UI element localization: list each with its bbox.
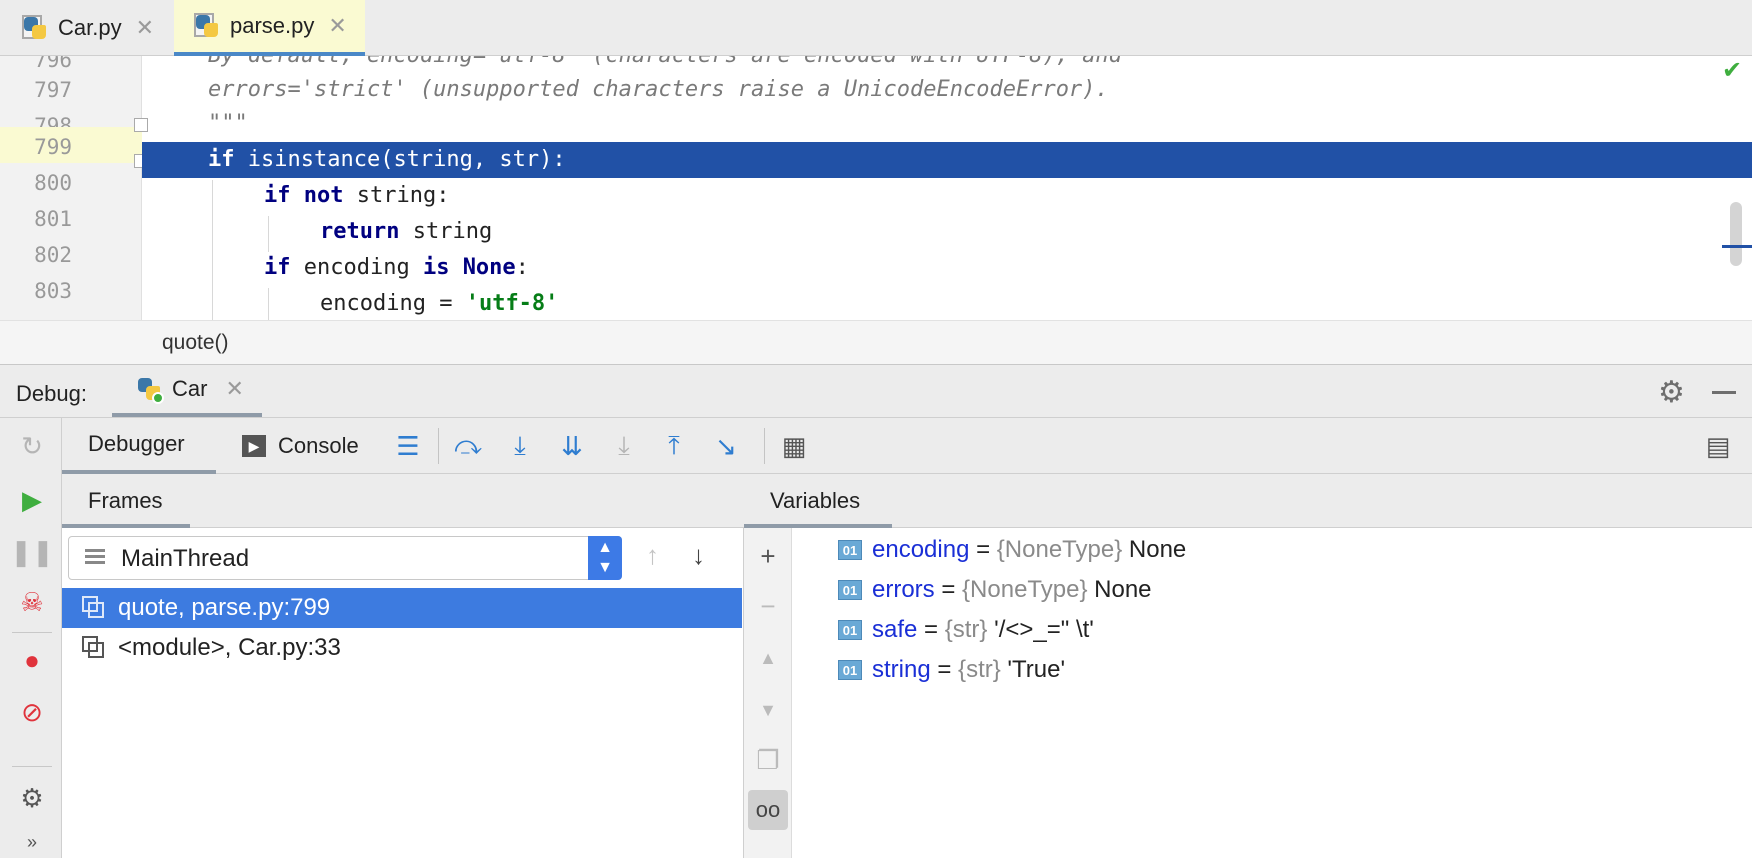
debug-session-tab[interactable]: Car ✕ xyxy=(112,365,262,417)
mute-breakpoints-icon[interactable]: ⊘ xyxy=(12,692,52,732)
code-line-800: if not string: xyxy=(264,183,450,208)
code-line-803: encoding = 'utf-8' xyxy=(320,291,559,316)
variable-row[interactable]: 01 encoding = {NoneType} None xyxy=(838,530,1186,570)
layout-settings-icon[interactable]: ▤ xyxy=(1702,430,1734,462)
breadcrumb-item[interactable]: quote() xyxy=(162,331,229,355)
stop-icon[interactable]: ☠ xyxy=(12,582,52,622)
frames-header: Frames xyxy=(62,474,744,528)
frame-row[interactable]: <module>, Car.py:33 xyxy=(62,628,742,668)
variable-row[interactable]: 01 errors = {NoneType} None xyxy=(838,570,1152,610)
gear-icon[interactable]: ⚙ xyxy=(12,778,52,818)
frames-panel: Frames MainThread ▲ ▼ ↑ ↓ quote, parse.py… xyxy=(62,474,744,858)
frame-row[interactable]: quote, parse.py:799 xyxy=(62,588,742,628)
chevron-updown-icon[interactable]: ▲ ▼ xyxy=(588,536,622,580)
variables-panel: Variables + − ▲ ▼ ❐ oo 01 encoding = {No… xyxy=(744,474,1752,858)
line-number: 801 xyxy=(34,207,72,231)
inspection-ok-icon: ✔ xyxy=(1722,57,1743,84)
line-number: 802 xyxy=(34,243,72,267)
code-line-799-execution-point: if isinstance(string, str): xyxy=(142,142,1752,178)
move-up-icon[interactable]: ▲ xyxy=(748,638,788,678)
code-line-801: return string xyxy=(320,219,493,244)
stack-frame-icon xyxy=(82,636,106,660)
session-label: Car xyxy=(172,376,208,401)
tab-variables[interactable]: Variables xyxy=(744,474,892,528)
code-editor[interactable]: 796 797 798 799 800 801 802 803 By defau… xyxy=(0,56,1752,320)
console-icon: ▶ xyxy=(242,435,266,457)
close-icon[interactable]: ✕ xyxy=(136,15,154,41)
variables-header: Variables xyxy=(744,474,1752,528)
editor-tab-bar: Car.py ✕ parse.py ✕ xyxy=(0,0,1752,56)
tab-console[interactable]: ▶ Console xyxy=(242,418,359,474)
debug-tool-window-header: Debug: Car ✕ ⚙ xyxy=(0,364,1752,418)
glasses-icon[interactable]: oo xyxy=(748,790,788,830)
scroll-marker xyxy=(1722,245,1752,248)
run-to-cursor-icon[interactable]: ↘ xyxy=(710,430,742,462)
line-number: 803 xyxy=(34,279,72,303)
tab-car-py[interactable]: Car.py ✕ xyxy=(22,0,154,56)
python-run-icon xyxy=(136,376,164,404)
copy-icon[interactable]: ❐ xyxy=(748,740,788,780)
primitive-type-icon: 01 xyxy=(838,620,862,640)
code-line-798: """ xyxy=(208,111,248,136)
show-execution-point-icon[interactable]: ☰ xyxy=(392,430,424,462)
rerun-icon[interactable]: ↻ xyxy=(12,426,52,466)
stack-frame-icon xyxy=(82,596,106,620)
tab-label: Car.py xyxy=(58,15,122,40)
force-step-into-icon[interactable]: ⤓ xyxy=(608,430,640,462)
step-into-icon[interactable]: ⤓ xyxy=(504,430,536,462)
view-breakpoints-icon[interactable]: ● xyxy=(12,640,52,680)
python-file-icon xyxy=(194,13,220,39)
minimize-icon[interactable] xyxy=(1712,391,1736,394)
step-over-icon[interactable]: ⤼ xyxy=(452,430,484,462)
primitive-type-icon: 01 xyxy=(838,660,862,680)
thread-icon xyxy=(85,549,105,567)
move-down-icon[interactable]: ▼ xyxy=(748,690,788,730)
debugger-toolbar: Debugger ▶ Console ☰ ⤼ ⤓ ⇊ ⤓ ⤒ ↘ ▦ ▤ xyxy=(62,418,1752,474)
code-line-802: if encoding is None: xyxy=(264,255,529,280)
next-frame-icon[interactable]: ↓ xyxy=(692,540,705,571)
gear-icon[interactable]: ⚙ xyxy=(1658,375,1685,410)
line-number: 800 xyxy=(34,171,72,195)
thread-selector[interactable]: MainThread ▲ ▼ xyxy=(68,536,622,580)
variable-row[interactable]: 01 safe = {str} '/<>_=" \t' xyxy=(838,610,1094,650)
line-number: 797 xyxy=(34,78,72,102)
step-into-my-code-icon[interactable]: ⇊ xyxy=(556,430,588,462)
pause-icon[interactable]: ❚❚ xyxy=(10,532,54,572)
indent-guide xyxy=(268,216,269,252)
python-file-icon xyxy=(22,15,48,41)
code-line-797: errors='strict' (unsupported characters … xyxy=(208,77,1109,102)
step-out-icon[interactable]: ⤒ xyxy=(658,430,690,462)
line-number: 796 xyxy=(34,56,72,72)
debug-label: Debug: xyxy=(16,381,87,406)
remove-watch-icon[interactable]: − xyxy=(748,586,788,626)
tab-frames[interactable]: Frames xyxy=(62,474,190,528)
close-icon[interactable]: ✕ xyxy=(225,376,243,402)
chevron-double-right-icon[interactable]: » xyxy=(12,822,52,858)
primitive-type-icon: 01 xyxy=(838,540,862,560)
indent-guide xyxy=(268,288,269,320)
add-watch-icon[interactable]: + xyxy=(748,536,788,576)
thread-value: MainThread xyxy=(121,545,250,572)
close-icon[interactable]: ✕ xyxy=(328,13,346,39)
previous-frame-icon[interactable]: ↑ xyxy=(646,540,659,571)
evaluate-expression-icon[interactable]: ▦ xyxy=(778,430,810,462)
debug-side-toolbar: ↻ ▶ ❚❚ ☠ ● ⊘ ⚙ » xyxy=(0,418,62,858)
line-number: 799 xyxy=(34,135,72,159)
indent-guide xyxy=(212,180,213,320)
primitive-type-icon: 01 xyxy=(838,580,862,600)
breadcrumb[interactable]: quote() xyxy=(0,320,1752,364)
tab-parse-py[interactable]: parse.py ✕ xyxy=(174,0,365,56)
tab-debugger[interactable]: Debugger xyxy=(62,418,216,474)
variables-toolbar: + − ▲ ▼ ❐ oo xyxy=(744,528,792,858)
resume-icon[interactable]: ▶ xyxy=(12,480,52,520)
editor-scrollbar[interactable] xyxy=(1730,202,1742,266)
tab-label: parse.py xyxy=(230,13,315,38)
variable-row[interactable]: 01 string = {str} 'True' xyxy=(838,650,1065,690)
